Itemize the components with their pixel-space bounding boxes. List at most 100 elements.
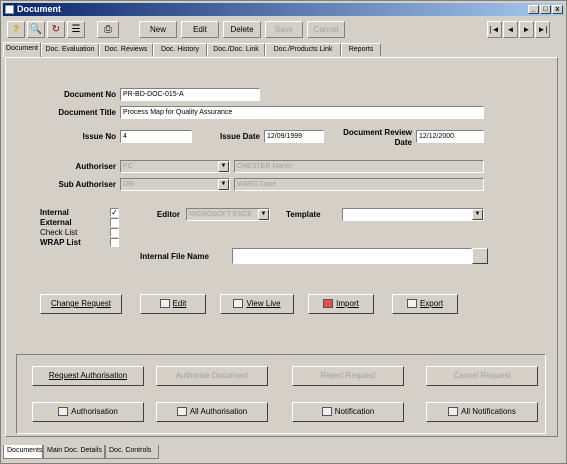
all-notifications-button[interactable]: All Notifications <box>426 402 538 422</box>
export-label: Export <box>419 299 444 308</box>
first-record-button[interactable]: |◄ <box>487 21 502 38</box>
bottom-tab-documents[interactable]: Documents <box>3 445 43 459</box>
window-title: Document <box>17 4 62 14</box>
authorisation-button[interactable]: Authorisation <box>32 402 144 422</box>
chevron-down-icon[interactable]: ▼ <box>218 161 229 172</box>
chevron-down-icon[interactable]: ▼ <box>258 209 269 220</box>
internal-label: Internal <box>40 208 69 217</box>
authorisation-label: Authorisation <box>71 407 118 416</box>
export-button[interactable]: Export <box>392 294 458 314</box>
tab-doc-evaluation[interactable]: Doc. Evaluation <box>41 43 99 56</box>
printer-icon <box>448 407 459 417</box>
sub-authoriser-code-field[interactable]: DW ▼ <box>120 178 230 191</box>
app-icon <box>5 5 14 14</box>
document-no-label: Document No <box>64 90 116 99</box>
tab-doc-products-link[interactable]: Doc./Products Link <box>265 43 341 56</box>
sub-authoriser-label: Sub Authoriser <box>58 180 116 189</box>
search-icon[interactable]: 🔍 <box>27 21 45 38</box>
next-record-button[interactable]: ► <box>519 21 534 38</box>
check-list-checkbox[interactable] <box>110 228 119 237</box>
authorise-document-button[interactable]: Authorise Document <box>156 366 268 386</box>
import-icon <box>323 299 334 309</box>
printer-icon <box>176 407 187 417</box>
view-icon <box>233 299 244 309</box>
all-authorisation-label: All Authorisation <box>189 407 248 416</box>
tab-doc-reviews[interactable]: Doc. Reviews <box>99 43 153 56</box>
tab-doc-doc-link[interactable]: Doc./Doc. Link <box>207 43 265 56</box>
check-list-label: Check List <box>40 228 78 237</box>
list-icon[interactable]: ☰ <box>67 21 85 38</box>
printer-icon <box>321 407 332 417</box>
printer-icon <box>58 407 69 417</box>
tab-document[interactable]: Document <box>3 42 41 57</box>
internal-checkbox[interactable]: ✓ <box>110 208 119 217</box>
tab-strip: Document Doc. Evaluation Doc. Reviews Do… <box>3 42 564 57</box>
change-request-label: Change Request <box>50 299 112 308</box>
reject-request-button[interactable]: Reject Request <box>292 366 404 386</box>
toolbar: ? 🔍 ↻ ☰ ⎙ New Edit Delete Save Cancel |◄… <box>3 19 564 41</box>
document-panel: Document No PR-BD-DOC-015-A Document Tit… <box>5 57 558 437</box>
maximize-button[interactable]: □ <box>540 5 551 14</box>
refresh-icon[interactable]: ↻ <box>47 21 65 38</box>
import-label: Import <box>336 299 359 308</box>
all-authorisation-button[interactable]: All Authorisation <box>156 402 268 422</box>
chevron-down-icon[interactable]: ▼ <box>218 179 229 190</box>
authoriser-label: Authoriser <box>75 162 116 171</box>
issue-date-label: Issue Date <box>219 132 260 141</box>
tab-doc-history[interactable]: Doc. History <box>153 43 207 56</box>
review-date-field[interactable]: 12/12/2000 <box>416 130 484 143</box>
chevron-down-icon[interactable]: ▼ <box>472 209 483 220</box>
request-authorisation-button[interactable]: Request Authorisation <box>32 366 144 386</box>
issue-no-field[interactable]: 4 <box>120 130 192 143</box>
new-button[interactable]: New <box>139 21 177 38</box>
last-record-button[interactable]: ►| <box>535 21 550 38</box>
delete-button[interactable]: Delete <box>223 21 261 38</box>
change-request-button[interactable]: Change Request <box>40 294 122 314</box>
editor-select[interactable]: MICROSOFT EXCE ▼ <box>186 208 270 221</box>
save-button[interactable]: Save <box>265 21 303 38</box>
minimize-button[interactable]: _ <box>528 5 539 14</box>
prev-record-button[interactable]: ◄ <box>503 21 518 38</box>
wrap-list-checkbox[interactable] <box>110 238 119 247</box>
external-label: External <box>40 218 72 227</box>
editor-label: Editor <box>156 210 180 219</box>
all-notifications-label: All Notifications <box>461 407 516 416</box>
tab-reports[interactable]: Reports <box>341 43 381 56</box>
edit-document-button[interactable]: Edit <box>140 294 206 314</box>
authoriser-name-field: CHESTER Martin <box>234 160 484 173</box>
notification-button[interactable]: Notification <box>292 402 404 422</box>
bottom-tab-main-doc-details[interactable]: Main Doc. Details <box>43 445 105 459</box>
sub-authoriser-name-field: WARD Dave <box>234 178 484 191</box>
authoriser-code-field[interactable]: PC ▼ <box>120 160 230 173</box>
help-icon[interactable]: ? <box>7 21 25 38</box>
editor-value: MICROSOFT EXCE <box>189 211 252 218</box>
view-live-button[interactable]: View Live <box>220 294 294 314</box>
issue-date-field[interactable]: 12/09/1999 <box>264 130 324 143</box>
issue-no-label: Issue No <box>82 132 116 141</box>
export-icon <box>406 299 417 309</box>
import-button[interactable]: Import <box>308 294 374 314</box>
cancel-request-button[interactable]: Cancel Request <box>426 366 538 386</box>
view-live-label: View Live <box>246 299 281 308</box>
template-label: Template <box>286 210 321 219</box>
document-window: Document _ □ x ? 🔍 ↻ ☰ ⎙ New Edit Delete… <box>0 0 567 464</box>
request-authorisation-label: Request Authorisation <box>48 371 128 380</box>
browse-file-button[interactable] <box>472 248 488 264</box>
wrap-list-label: WRAP List <box>40 238 81 247</box>
template-select[interactable]: ▼ <box>342 208 484 221</box>
bottom-tab-doc-controls[interactable]: Doc. Controls <box>105 445 159 459</box>
internal-file-field[interactable] <box>232 248 472 264</box>
close-button[interactable]: x <box>552 5 563 14</box>
document-title-label: Document Title <box>58 108 116 117</box>
review-date-label: Document Review Date <box>343 128 412 147</box>
document-no-field[interactable]: PR-BD-DOC-015-A <box>120 88 260 101</box>
document-title-field[interactable]: Process Map for Quality Assurance <box>120 106 484 119</box>
edit-icon <box>159 299 170 309</box>
sub-authoriser-code-value: DW <box>123 181 135 188</box>
edit-button[interactable]: Edit <box>181 21 219 38</box>
authoriser-code-value: PC <box>123 163 133 170</box>
edit-label: Edit <box>172 299 187 308</box>
cancel-button[interactable]: Cancel <box>307 21 345 38</box>
external-checkbox[interactable] <box>110 218 119 227</box>
print-icon[interactable]: ⎙ <box>97 21 119 38</box>
